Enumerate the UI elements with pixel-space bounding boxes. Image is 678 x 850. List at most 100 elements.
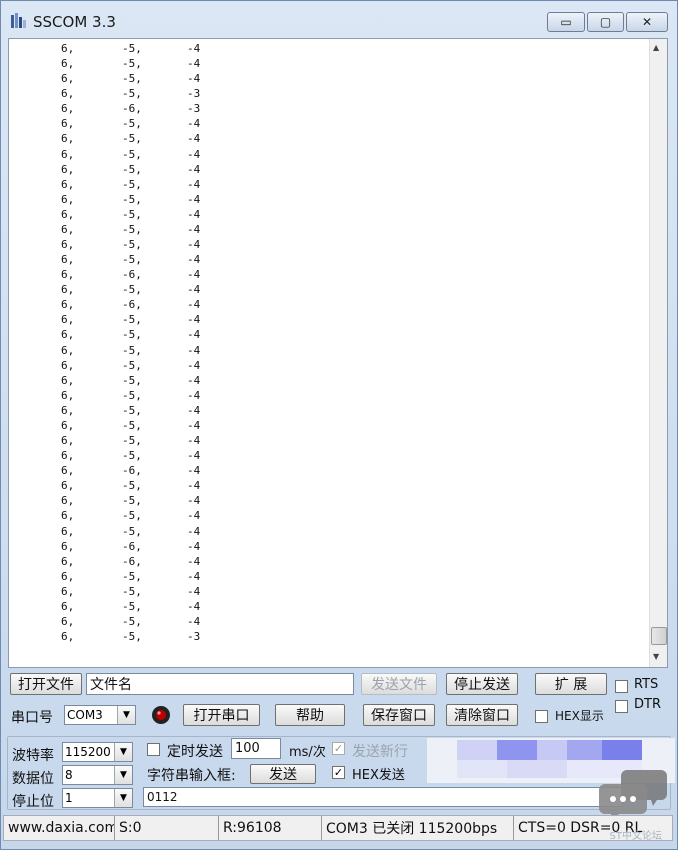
dtr-label: DTR: [634, 697, 661, 712]
console-value: -4: [187, 434, 201, 448]
console-value: -5,: [122, 630, 142, 644]
console-value: -5,: [122, 313, 142, 327]
interval-input[interactable]: 100: [231, 738, 281, 759]
hex-display-label: HEX显示: [555, 709, 604, 723]
send-newline-checkbox[interactable]: ✓: [332, 742, 345, 755]
console-value: 6,: [61, 57, 75, 71]
console-line: 6, -5, -4: [9, 569, 649, 584]
console-lines: 6, -5, -4 6, -5, -4 6, -5, -4 6, -5, -3 6, -6, -3 6, -5,…: [9, 41, 649, 644]
stopbits-select[interactable]: 1 ▼: [62, 788, 133, 808]
console-value: -5,: [122, 509, 142, 523]
console-value: 6,: [61, 479, 75, 493]
close-icon: ✕: [641, 15, 653, 29]
maximize-button[interactable]: ▢: [587, 12, 624, 32]
chevron-down-icon[interactable]: ▼: [114, 743, 132, 761]
console-value: -5,: [122, 599, 142, 613]
console-value: 6,: [61, 147, 75, 161]
console-line: 6, -5, -4: [9, 478, 649, 493]
console-line: 6, -5, -4: [9, 584, 649, 599]
console-value: -4: [187, 509, 201, 523]
console-line: 6, -6, -4: [9, 539, 649, 554]
console-value: 6,: [61, 343, 75, 357]
minimize-icon: ▭: [560, 15, 572, 29]
console-line: 6, -5, -4: [9, 282, 649, 297]
scroll-thumb[interactable]: [651, 627, 667, 645]
scroll-up-icon[interactable]: ▲: [653, 43, 659, 52]
expand-button[interactable]: 扩 展: [535, 673, 607, 695]
title-bar[interactable]: SSCOM 3.3 ▭ ▢ ✕: [1, 1, 677, 37]
console-value: -3: [187, 87, 201, 101]
console-value: -5,: [122, 238, 142, 252]
console-value: -6,: [122, 554, 142, 568]
file-name-field[interactable]: 文件名: [86, 673, 354, 695]
minimize-button[interactable]: ▭: [547, 12, 585, 32]
send-button[interactable]: 发送: [250, 764, 316, 784]
receive-console[interactable]: 6, -5, -4 6, -5, -4 6, -5, -4 6, -5, -3 6, -6, -3 6, -5,…: [8, 38, 668, 668]
console-value: -4: [187, 253, 201, 267]
console-line: 6, -5, -4: [9, 56, 649, 71]
chevron-down-icon[interactable]: ▼: [114, 766, 132, 784]
console-value: 6,: [61, 358, 75, 372]
console-value: 6,: [61, 509, 75, 523]
console-value: -4: [187, 614, 201, 628]
console-line: 6, -6, -3: [9, 101, 649, 116]
send-input[interactable]: 0112: [143, 787, 623, 807]
console-line: 6, -5, -4: [9, 614, 649, 629]
vertical-scrollbar[interactable]: ▲ ▼: [649, 39, 667, 667]
console-value: -5,: [122, 147, 142, 161]
hex-send-checkbox[interactable]: ✓: [332, 766, 345, 779]
console-value: 6,: [61, 283, 75, 297]
chevron-down-icon[interactable]: ▼: [114, 789, 132, 807]
clear-window-button[interactable]: 清除窗口: [446, 704, 518, 726]
console-line: 6, -5, -4: [9, 418, 649, 433]
rts-label: RTS: [634, 677, 659, 692]
port-select[interactable]: COM3 ▼: [64, 705, 136, 725]
console-line: 6, -5, -4: [9, 524, 649, 539]
console-value: -4: [187, 373, 201, 387]
close-button[interactable]: ✕: [626, 12, 668, 32]
app-icon: [11, 13, 26, 28]
timed-send-label: 定时发送: [167, 744, 223, 760]
rts-checkbox[interactable]: [615, 680, 628, 693]
databits-label: 数据位: [12, 771, 54, 787]
console-value: 6,: [61, 72, 75, 86]
console-value: 6,: [61, 238, 75, 252]
dtr-checkbox[interactable]: [615, 700, 628, 713]
stop-send-button[interactable]: 停止发送: [446, 673, 518, 695]
maximize-icon: ▢: [599, 15, 612, 29]
check-icon: ✓: [333, 766, 344, 779]
console-value: -4: [187, 464, 201, 478]
console-value: 6,: [61, 132, 75, 146]
open-file-button[interactable]: 打开文件: [10, 673, 82, 695]
console-value: 6,: [61, 388, 75, 402]
status-site[interactable]: www.daxia.com: [4, 816, 115, 840]
console-value: -4: [187, 72, 201, 86]
help-button[interactable]: 帮助: [275, 704, 345, 726]
hex-display-checkbox[interactable]: [535, 710, 548, 723]
timed-send-checkbox[interactable]: [147, 743, 160, 756]
open-port-button[interactable]: 打开串口: [183, 704, 260, 726]
status-port-state: COM3 已关闭 115200bps: [322, 816, 514, 840]
check-icon: ✓: [333, 742, 344, 755]
port-status-led-icon: [152, 706, 170, 724]
baud-select[interactable]: 115200 ▼: [62, 742, 133, 762]
console-value: -5,: [122, 434, 142, 448]
console-line: 6, -5, -4: [9, 71, 649, 86]
console-value: -4: [187, 554, 201, 568]
console-value: -6,: [122, 464, 142, 478]
control-panel: 打开文件 文件名 发送文件 停止发送 扩 展 RTS DTR 串口号 COM3 …: [7, 668, 675, 813]
console-value: 6,: [61, 373, 75, 387]
send-file-button[interactable]: 发送文件: [361, 673, 437, 695]
console-value: -4: [187, 358, 201, 372]
console-value: 6,: [61, 464, 75, 478]
send-newline-label: 发送新行: [352, 744, 408, 760]
console-line: 6, -5, -4: [9, 192, 649, 207]
save-window-button[interactable]: 保存窗口: [363, 704, 435, 726]
chevron-down-icon[interactable]: ▼: [117, 706, 135, 724]
scroll-down-icon[interactable]: ▼: [653, 652, 659, 661]
databits-select[interactable]: 8 ▼: [62, 765, 133, 785]
console-value: -6,: [122, 539, 142, 553]
console-value: 6,: [61, 449, 75, 463]
console-line: 6, -5, -4: [9, 207, 649, 222]
console-value: -5,: [122, 524, 142, 538]
